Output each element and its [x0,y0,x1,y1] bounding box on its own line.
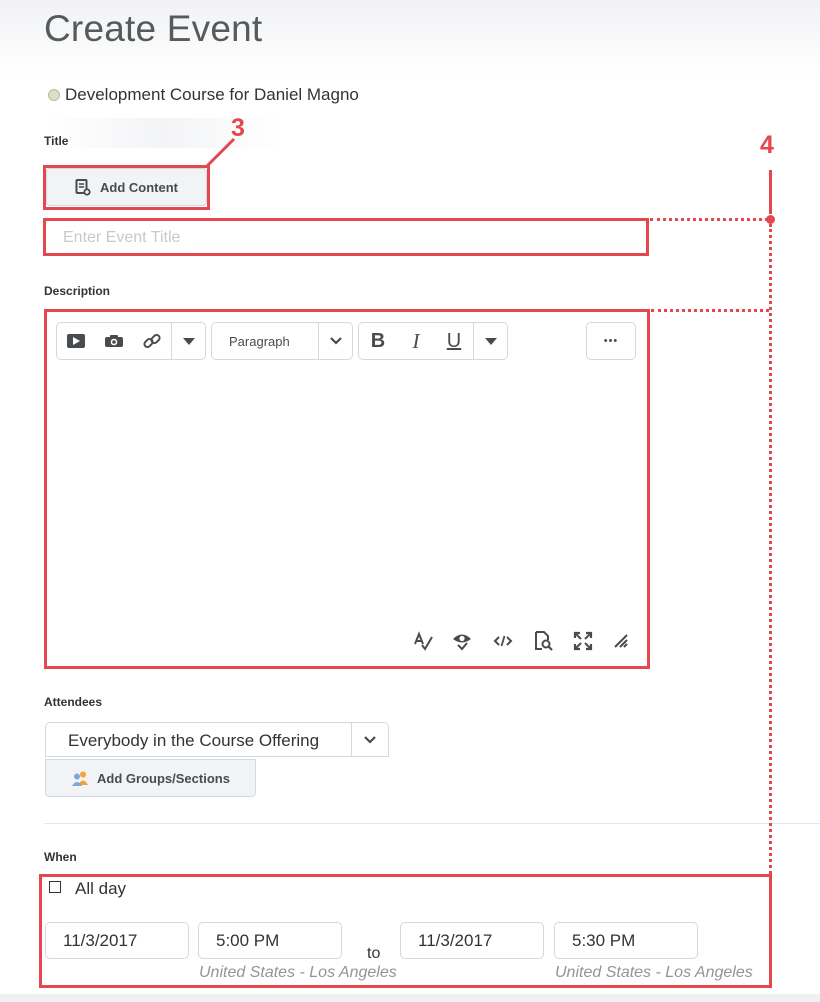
highlight-description-editor [44,309,650,669]
add-groups-label: Add Groups/Sections [97,770,230,786]
attendees-selected-value: Everybody in the Course Offering [68,731,320,750]
description-label: Description [44,284,111,298]
highlight-when-section [39,874,772,988]
title-label: Title [44,134,69,148]
callout-4-connector-title [650,218,768,221]
chevron-down-icon [364,735,376,744]
when-label: When [44,850,77,864]
callout-4: 4 [760,131,774,159]
highlight-add-content [43,165,210,210]
title-row-background [44,118,284,148]
course-name: Development Course for Daniel Magno [48,85,359,105]
callout-4-leader [769,170,772,214]
attendees-label: Attendees [44,695,103,709]
callout-3-leader [205,137,236,168]
section-divider [44,823,820,824]
page-title: Create Event [44,8,263,49]
bottom-bar [0,994,820,1002]
attendees-select[interactable]: Everybody in the Course Offering [45,722,389,757]
add-groups-sections-button[interactable]: Add Groups/Sections [45,759,256,797]
callout-4-connector-description [651,309,769,312]
course-status-dot [48,89,60,101]
course-label: Development Course for Daniel Magno [65,85,359,104]
attendees-chevron [351,723,388,756]
highlight-title-input [43,218,649,256]
callout-4-connector-when [769,224,772,874]
groups-icon [72,771,89,786]
